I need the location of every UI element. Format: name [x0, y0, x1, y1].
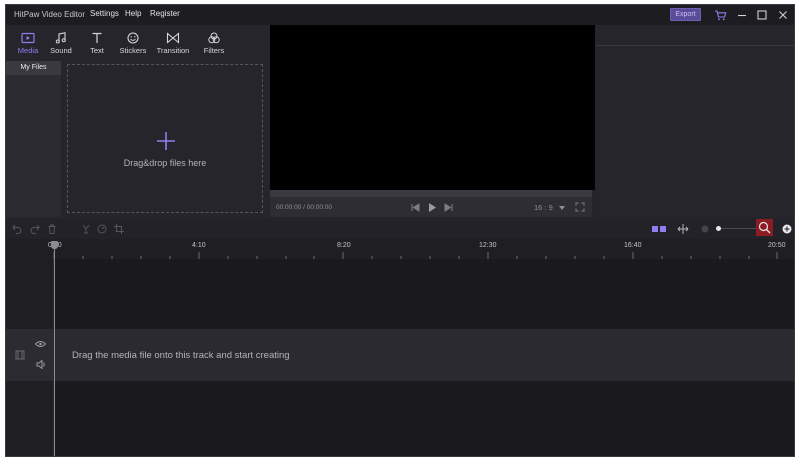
redo-icon[interactable] — [30, 224, 40, 234]
export-button[interactable]: Export — [670, 8, 701, 21]
playback-controls: 00:00:00 / 00:00:00 16 : 9 — [270, 197, 592, 217]
tab-text-label: Text — [90, 46, 104, 55]
time-ruler[interactable]: 0:00 4:10 8:20 12:30 16:40 20:50 — [6, 239, 794, 259]
zoom-slider-handle[interactable] — [716, 226, 721, 231]
music-note-icon — [55, 32, 66, 44]
title-bar: HitPaw Video Editor Settings Help Regist… — [6, 5, 794, 25]
cart-icon[interactable] — [712, 7, 728, 23]
maximize-icon[interactable] — [754, 7, 770, 23]
tab-sound-label: Sound — [50, 46, 72, 55]
search-button[interactable] — [756, 219, 773, 236]
app-title: HitPaw Video Editor — [14, 10, 85, 19]
preview-panel: 00:00:00 / 00:00:00 16 : 9 — [270, 25, 595, 217]
tab-transition[interactable]: Transition — [155, 29, 191, 59]
chevron-down-icon[interactable] — [559, 206, 565, 210]
add-icon — [157, 132, 175, 150]
track-hint: Drag the media file onto this track and … — [72, 350, 290, 361]
time-display: 00:00:00 / 00:00:00 — [276, 204, 333, 211]
speed-icon[interactable] — [97, 224, 107, 234]
tab-media-label: Media — [17, 46, 39, 55]
tick-label: 8:20 — [337, 242, 351, 249]
playhead[interactable] — [54, 243, 55, 456]
media-icon — [21, 32, 35, 44]
app-window: HitPaw Video Editor Settings Help Regist… — [5, 4, 795, 457]
snap-icon[interactable] — [652, 226, 666, 232]
tab-media[interactable]: Media — [10, 29, 46, 59]
split-icon[interactable] — [81, 224, 91, 234]
timeline-toolbar — [6, 219, 794, 239]
zoom-in-icon[interactable] — [782, 224, 792, 234]
zoom-slider[interactable] — [716, 228, 756, 229]
timeline-tracks: Drag the media file onto this track and … — [6, 259, 794, 456]
volume-icon[interactable] — [36, 360, 46, 369]
tick-label: 4:10 — [192, 242, 206, 249]
minimize-icon[interactable] — [734, 7, 750, 23]
sidebar: My Files — [6, 61, 61, 217]
video-canvas — [270, 25, 595, 190]
tab-filters[interactable]: Filters — [196, 29, 232, 59]
tab-text[interactable]: Text — [79, 29, 115, 59]
tab-stickers-label: Stickers — [119, 46, 147, 55]
aspect-ratio[interactable]: 16 : 9 — [534, 203, 553, 212]
previous-frame-icon[interactable] — [410, 203, 420, 212]
menu-help[interactable]: Help — [125, 9, 141, 18]
tab-filters-label: Filters — [203, 46, 225, 55]
properties-panel — [596, 25, 794, 217]
drop-zone[interactable]: Drag&drop files here — [67, 64, 263, 213]
ruler-ticks — [53, 252, 778, 259]
play-icon[interactable] — [427, 202, 437, 213]
menu-register[interactable]: Register — [150, 9, 180, 18]
tick-label: 16:40 — [624, 242, 642, 249]
next-frame-icon[interactable] — [444, 203, 454, 212]
film-icon — [15, 350, 25, 360]
bowtie-icon — [166, 32, 180, 44]
crop-icon[interactable] — [114, 224, 124, 234]
media-panel: Media Sound Text Stickers Transition Fil… — [6, 25, 269, 217]
panel-divider — [596, 45, 794, 46]
fullscreen-icon[interactable] — [575, 202, 585, 212]
progress-bar[interactable] — [270, 190, 592, 197]
tick-label: 20:50 — [768, 242, 786, 249]
main-track-dropzone[interactable]: Drag the media file onto this track and … — [54, 329, 794, 381]
main-track: Drag the media file onto this track and … — [6, 329, 794, 381]
zoom-out-icon[interactable] — [701, 225, 709, 233]
smiley-icon — [127, 32, 139, 44]
menu-settings[interactable]: Settings — [90, 9, 119, 18]
undo-icon[interactable] — [12, 224, 22, 234]
fit-timeline-icon[interactable] — [677, 224, 689, 234]
tab-sound[interactable]: Sound — [43, 29, 79, 59]
close-icon[interactable] — [775, 7, 791, 23]
delete-icon[interactable] — [47, 224, 57, 234]
tab-stickers[interactable]: Stickers — [115, 29, 151, 59]
tab-transition-label: Transition — [156, 46, 190, 55]
filters-icon — [208, 32, 220, 44]
sidebar-item-my-files[interactable]: My Files — [6, 61, 61, 75]
text-icon — [92, 32, 102, 43]
search-icon — [758, 221, 771, 234]
eye-icon[interactable] — [35, 340, 46, 348]
drop-hint: Drag&drop files here — [123, 158, 207, 168]
tick-label: 12:30 — [479, 242, 497, 249]
